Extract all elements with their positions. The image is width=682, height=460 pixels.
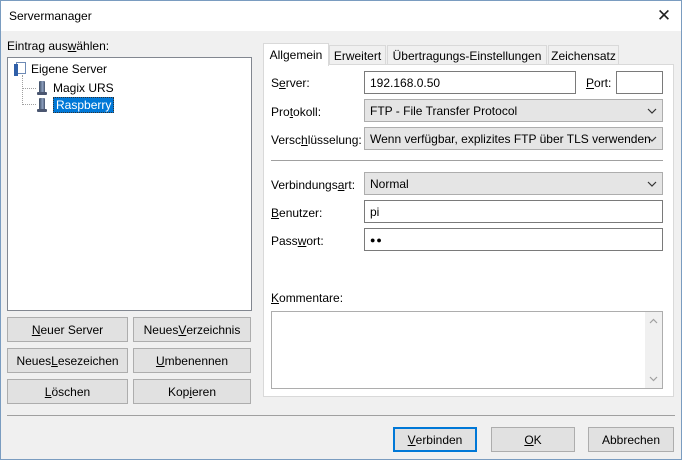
logontype-select[interactable]: Normal [364,172,663,195]
new-directory-button[interactable]: Neues Verzeichnis [133,317,251,342]
logontype-value: Normal [370,176,409,191]
tree-connector [22,104,36,105]
servermanager-window: Servermanager ✕ Eintrag auswählen: Eigen… [0,0,682,460]
comments-scrollbar[interactable] [645,312,662,388]
tree-root-label: Eigene Server [31,62,108,76]
tree-item-raspberry[interactable]: Raspberry [36,97,115,113]
connect-button[interactable]: Verbinden [393,427,477,452]
tab-allgemein[interactable]: Allgemein [263,43,329,66]
window-title: Servermanager [9,9,92,23]
delete-button[interactable]: Löschen [7,379,128,404]
password-input[interactable]: ●● [364,228,663,251]
chevron-down-icon [647,181,657,187]
separator [271,160,663,161]
password-label: Passwort: [271,234,324,248]
chevron-down-icon [647,108,657,114]
footer-separator [7,415,675,416]
rename-button[interactable]: Umbenennen [133,348,251,373]
user-input[interactable]: pi [364,200,663,223]
encryption-value: Wenn verfügbar, explizites FTP über TLS … [370,131,651,146]
tree-connector [22,88,36,89]
port-label: Port: [586,76,612,90]
scroll-up-icon[interactable] [649,317,658,326]
select-entry-label: Eintrag auswählen: [7,39,110,53]
protocol-label: Protokoll: [271,105,322,119]
close-icon: ✕ [656,6,672,25]
encryption-select[interactable]: Wenn verfügbar, explizites FTP über TLS … [364,127,663,150]
tab-panel-allgemein: Server: 192.168.0.50 Port: Protokoll: FT… [263,64,674,397]
protocol-select[interactable]: FTP - File Transfer Protocol [364,99,663,122]
server-icon [36,81,48,95]
tree-connector [22,75,23,103]
logontype-label: Verbindungsart: [271,178,356,192]
tree-item-label-selected: Raspberry [53,97,115,113]
tree-item-magix-urs[interactable]: Magix URS [36,80,114,96]
close-button[interactable]: ✕ [647,1,681,31]
server-input[interactable]: 192.168.0.50 [364,71,576,94]
new-server-button[interactable]: Neuer Server [7,317,128,342]
title-bar: Servermanager ✕ [1,1,681,31]
chevron-down-icon [647,136,657,142]
user-label: Benutzer: [271,206,323,220]
comments-textarea[interactable] [271,311,663,389]
tree-root-eigene-server[interactable]: Eigene Server [14,61,107,77]
tab-zeichensatz[interactable]: Zeichensatz [548,45,619,65]
port-input[interactable] [616,71,663,94]
protocol-value: FTP - File Transfer Protocol [370,103,518,118]
scroll-down-icon[interactable] [649,374,658,383]
tree-item-label: Magix URS [53,81,114,95]
new-bookmark-button[interactable]: Neues Lesezeichen [7,348,128,373]
server-icon [36,98,48,112]
server-label: Server: [271,76,310,90]
tab-uebertragungs-einstellungen[interactable]: Übertragungs-Einstellungen [387,45,547,65]
comments-label: Kommentare: [271,291,344,305]
copy-button[interactable]: Kop i eren [133,379,251,404]
ok-button[interactable]: OK [491,427,575,452]
cancel-button[interactable]: Abbrechen [588,427,674,452]
encryption-label: Verschlüsselung: [271,133,362,147]
tab-erweitert[interactable]: Erweitert [329,45,386,65]
server-tree[interactable]: Eigene Server Magix URS Raspberry [7,57,252,311]
folder-icon [14,62,28,76]
